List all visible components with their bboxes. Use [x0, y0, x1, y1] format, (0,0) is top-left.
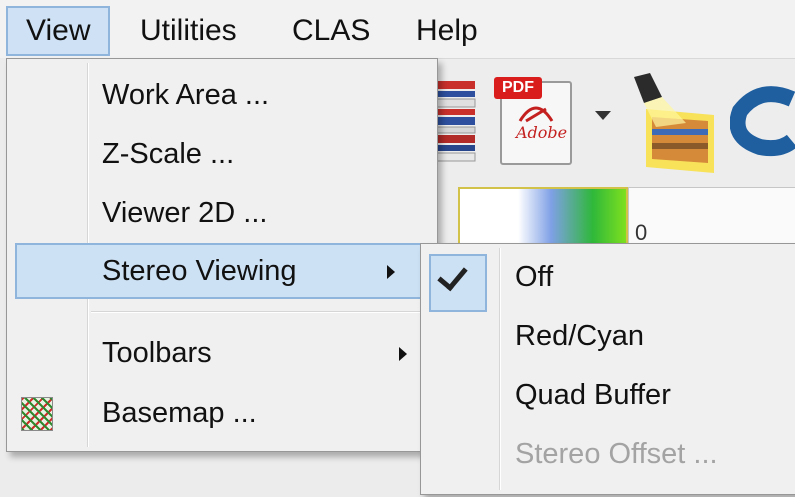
menu-separator	[91, 311, 431, 313]
menu-item-basemap[interactable]: Basemap ...	[7, 385, 437, 441]
menu-item-label: Basemap ...	[102, 397, 257, 429]
pdf-icon[interactable]: PDF Adobe	[494, 77, 572, 165]
menu-item-toolbars[interactable]: Toolbars	[7, 325, 437, 381]
submenu-item-off[interactable]: Off	[421, 248, 795, 312]
dropdown-arrow-icon[interactable]	[595, 111, 611, 120]
color-gradient	[458, 187, 628, 251]
submenu-item-label: Red/Cyan	[515, 320, 644, 352]
partial-logo-icon[interactable]	[730, 81, 795, 161]
submenu-item-label: Stereo Offset ...	[515, 438, 718, 470]
menu-view[interactable]: View	[6, 6, 111, 56]
pdf-badge: PDF	[494, 77, 542, 99]
toolbar: PDF Adobe	[430, 58, 795, 184]
submenu-item-stereo-offset: Stereo Offset ...	[421, 425, 795, 483]
value-field[interactable]: 0	[628, 187, 795, 249]
view-menu: Work Area ... Z-Scale ... Viewer 2D ... …	[6, 58, 438, 452]
layer-cube-icon[interactable]	[626, 73, 721, 173]
menu-item-z-scale[interactable]: Z-Scale ...	[7, 126, 437, 182]
book-stack-icon[interactable]	[435, 77, 477, 167]
menu-item-label: Toolbars	[102, 337, 212, 369]
submenu-item-quad-buffer[interactable]: Quad Buffer	[421, 366, 795, 424]
basemap-icon	[21, 397, 53, 431]
menu-item-work-area[interactable]: Work Area ...	[7, 67, 437, 123]
menu-help[interactable]: Help	[398, 6, 496, 56]
menu-item-label: Viewer 2D ...	[102, 197, 268, 229]
menu-item-label: Z-Scale ...	[102, 138, 235, 170]
menu-bar: View Utilities CLAS Help	[0, 0, 795, 58]
submenu-arrow-icon	[399, 347, 407, 361]
menu-item-label: Work Area ...	[102, 79, 270, 111]
submenu-item-label: Quad Buffer	[515, 379, 671, 411]
checkmark-icon	[437, 259, 468, 292]
menu-item-stereo-viewing[interactable]: Stereo Viewing	[15, 243, 427, 299]
menu-item-label: Stereo Viewing	[102, 255, 297, 287]
pdf-brand-text: Adobe	[516, 123, 568, 142]
menu-clas[interactable]: CLAS	[274, 6, 388, 56]
submenu-arrow-icon	[387, 265, 395, 279]
menu-utilities[interactable]: Utilities	[122, 6, 255, 56]
submenu-item-label: Off	[515, 261, 554, 293]
check-indicator	[429, 254, 487, 312]
menu-item-viewer-2d[interactable]: Viewer 2D ...	[7, 185, 437, 241]
stereo-viewing-submenu: Off Red/Cyan Quad Buffer Stereo Offset .…	[420, 243, 795, 495]
submenu-item-red-cyan[interactable]: Red/Cyan	[421, 307, 795, 365]
